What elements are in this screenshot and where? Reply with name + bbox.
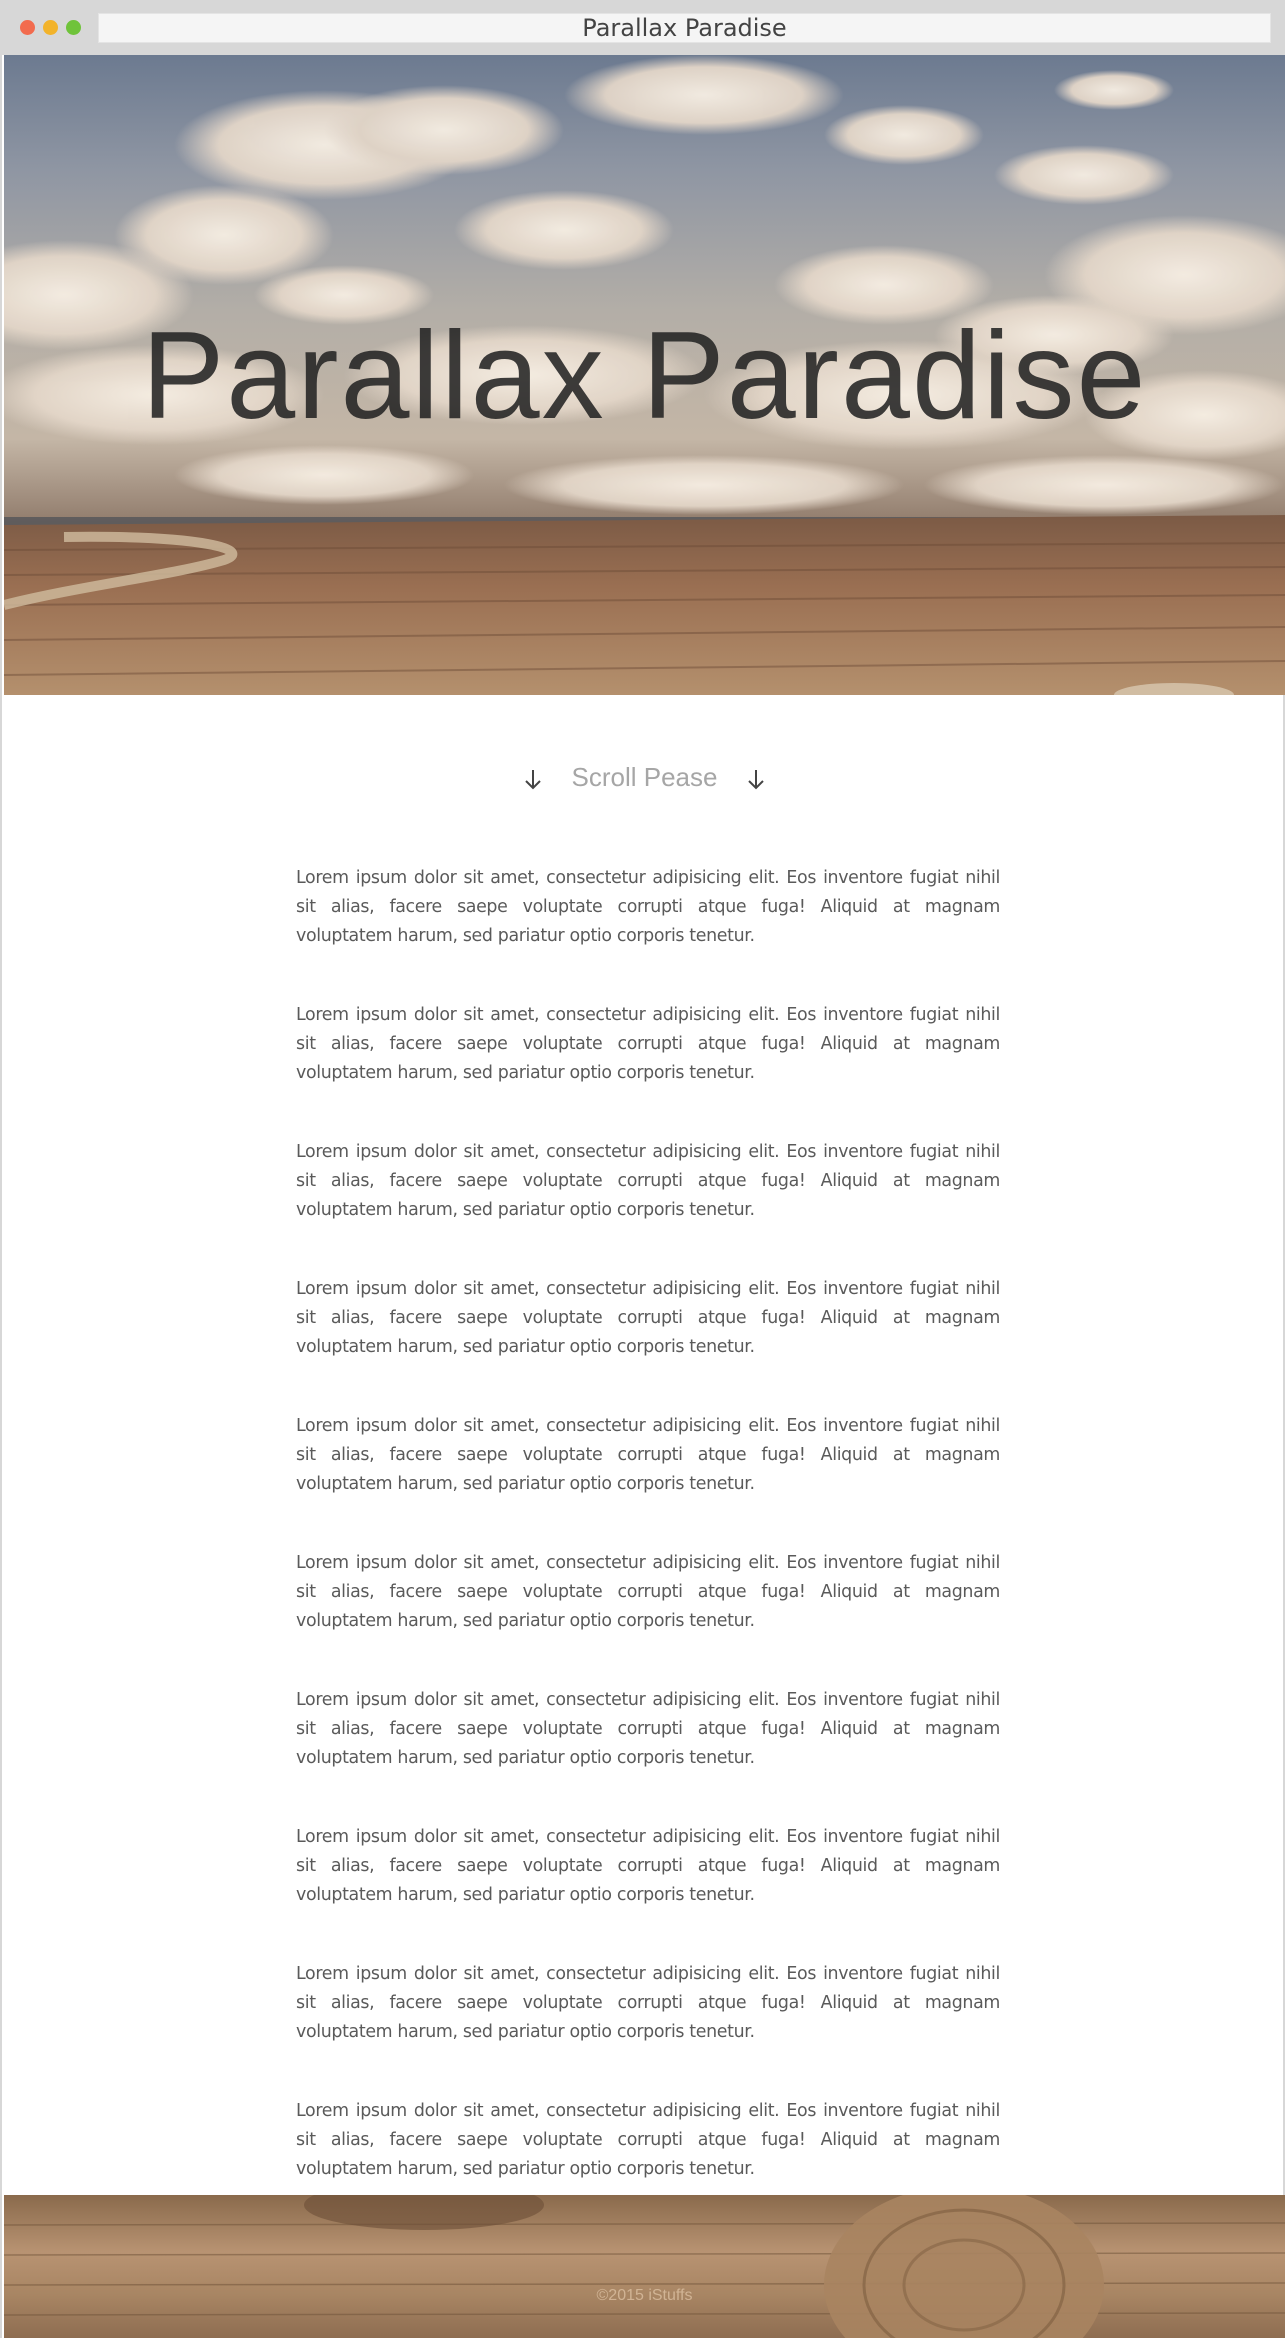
title-bar: Parallax Paradise (2, 0, 1283, 55)
hero-banner: Parallax Paradise (4, 55, 1285, 695)
scroll-prompt: Scroll Pease (2, 762, 1285, 793)
window-title-bar[interactable]: Parallax Paradise (98, 13, 1271, 43)
content-paragraph: Lorem ipsum dolor sit amet, consectetur … (296, 1005, 1000, 1083)
scroll-label: Scroll Pease (571, 762, 718, 792)
arrow-down-icon (524, 770, 541, 790)
article-content: Lorem ipsum dolor sit amet, consectetur … (296, 864, 1000, 2234)
browser-window: Parallax Paradise Parallax Paradise Scro… (0, 0, 1285, 2338)
content-paragraph: Lorem ipsum dolor sit amet, consectetur … (296, 1416, 1000, 1494)
content-paragraph: Lorem ipsum dolor sit amet, consectetur … (296, 1279, 1000, 1357)
footer: ©2015 iStuffs (4, 2195, 1285, 2338)
footer-copyright: ©2015 iStuffs (596, 2287, 693, 2304)
maximize-window-button[interactable] (66, 20, 81, 35)
window-title: Parallax Paradise (582, 14, 787, 42)
footer-hay-field-image (4, 2195, 1285, 2338)
hero-title: Parallax Paradise (141, 307, 1148, 445)
content-paragraph: Lorem ipsum dolor sit amet, consectetur … (296, 1827, 1000, 1905)
minimize-window-button[interactable] (43, 20, 58, 35)
content-paragraph: Lorem ipsum dolor sit amet, consectetur … (296, 1553, 1000, 1631)
content-paragraph: Lorem ipsum dolor sit amet, consectetur … (296, 1142, 1000, 1220)
close-window-button[interactable] (20, 20, 35, 35)
arrow-down-icon (748, 770, 765, 790)
content-paragraph: Lorem ipsum dolor sit amet, consectetur … (296, 2101, 1000, 2179)
content-paragraph: Lorem ipsum dolor sit amet, consectetur … (296, 1964, 1000, 2042)
content-paragraph: Lorem ipsum dolor sit amet, consectetur … (296, 868, 1000, 946)
content-paragraph: Lorem ipsum dolor sit amet, consectetur … (296, 1690, 1000, 1768)
